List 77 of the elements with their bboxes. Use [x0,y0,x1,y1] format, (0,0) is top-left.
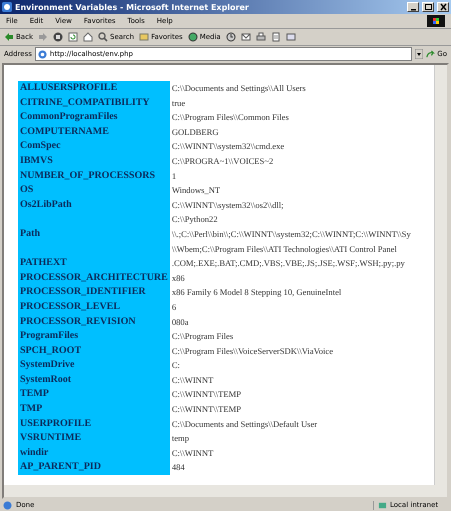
variable-value: C:\\WINNT\\TEMP [170,387,411,402]
search-icon [98,32,108,42]
home-button[interactable] [83,32,93,42]
variable-value: C:\\Documents and Settings\\All Users [170,81,411,96]
variable-name: VSRUNTIME [18,431,170,446]
go-arrow-icon [426,50,436,58]
variable-name: PROCESSOR_LEVEL [18,300,170,314]
discuss-button[interactable] [286,32,296,42]
history-button[interactable] [226,32,236,42]
variable-value: GOLDBERG [170,124,411,140]
variable-value: C:\\Program Files [170,329,411,344]
printer-button[interactable] [256,32,266,42]
refresh-button[interactable] [68,32,78,42]
variable-name: PROCESSOR_IDENTIFIER [18,285,170,300]
variable-name: SystemRoot [18,372,170,388]
variable-name: SPCH_ROOT [18,344,170,358]
browser-icon [2,2,12,12]
variable-value: 484 [170,460,411,476]
variable-name: ProgramFiles [18,329,170,344]
close-button[interactable] [437,2,449,12]
variable-name: COMPUTERNAME [18,124,170,140]
minimize-button[interactable] [407,2,419,12]
zone-icon [378,500,387,510]
variable-value: x86 [170,270,411,286]
window-title: Environment Variables - Microsoft Internet Explorer [15,2,250,12]
variable-value: Windows_NT [170,183,411,198]
variable-name: TMP [18,402,170,417]
dropdown-icon [415,49,424,59]
variable-name: CITRINE_COMPATIBILITY [18,96,170,110]
variable-value: x86 Family 6 Model 8 Stepping 10, GenuineIntel [170,285,411,300]
mail-button[interactable] [240,32,251,42]
variable-value: .COM;.EXE;.BAT;.CMD;.VBS;.VBE;.JS;.JSE;.WSF;.WSH;.py;.py [170,256,411,271]
maximize-button[interactable] [422,2,434,12]
media-icon [188,32,198,42]
document-button[interactable] [270,32,281,42]
variable-value: C:\\PROGRA~1\\VOICES~2 [170,154,411,169]
page-icon [3,500,12,510]
variable-name: ALLUSERSPROFILE [18,81,170,96]
variable-name: USERPROFILE [18,416,170,432]
variable-value: C:\\Program Files\\VoiceServerSDK\\ViaVoice [170,344,411,358]
variable-name: AP_PARENT_PID [18,460,170,476]
variable-value: C:\\WINNT\\system32\\os2\\dll; [170,198,411,212]
variable-value: C:\\WINNT [170,372,411,388]
variable-value: temp [170,431,411,446]
windows-logo-icon [427,15,445,27]
close-icon [438,3,448,11]
variable-name: windir [18,446,170,460]
variable-value: C:\\Program Files\\Common Files [170,110,411,125]
variable-value: true [170,96,411,110]
variable-value: 080a [170,314,411,330]
variable-value: C: [170,358,411,373]
variable-value: C:\\Python22 \\.;C:\\Perl\\bin\\;C:\\WINNT\\system32;C:\\WINNT;C:\\WINNT\\Sy \\Wbem;C:\\Program Files\\ATI Technologies\\ATI Control Panel [170,212,411,256]
horizontal-scrollbar[interactable] [4,485,447,497]
page-icon [38,50,47,58]
back-arrow-icon [4,32,14,42]
variable-name: Path [18,212,170,256]
variable-name: OS [18,183,170,198]
variable-name: NUMBER_OF_PROCESSORS [18,168,170,184]
variable-name: PATHEXT [18,256,170,271]
variable-name: PROCESSOR_REVISION [18,314,170,330]
variable-name: ComSpec [18,139,170,154]
variable-value: C:\\WINNT [170,446,411,460]
folder-icon [139,32,150,42]
stop-button[interactable] [53,32,63,42]
variable-value: C:\\Documents and Settings\\Default User [170,416,411,432]
variable-value: C:\\WINNT\\TEMP [170,402,411,417]
variable-name: IBMVS [18,154,170,169]
variable-value: C:\\WINNT\\system32\\cmd.exe [170,139,411,154]
variable-value: 1 [170,168,411,184]
variable-name: SystemDrive [18,358,170,373]
variable-name: Os2LibPath [18,198,170,212]
variable-name: TEMP [18,387,170,402]
maximize-icon [424,3,432,11]
variable-name: PROCESSOR_ARCHITECTURE [18,270,170,286]
variable-name: CommonProgramFiles [18,110,170,125]
vertical-scrollbar[interactable] [434,65,447,485]
variable-value: 6 [170,300,411,314]
